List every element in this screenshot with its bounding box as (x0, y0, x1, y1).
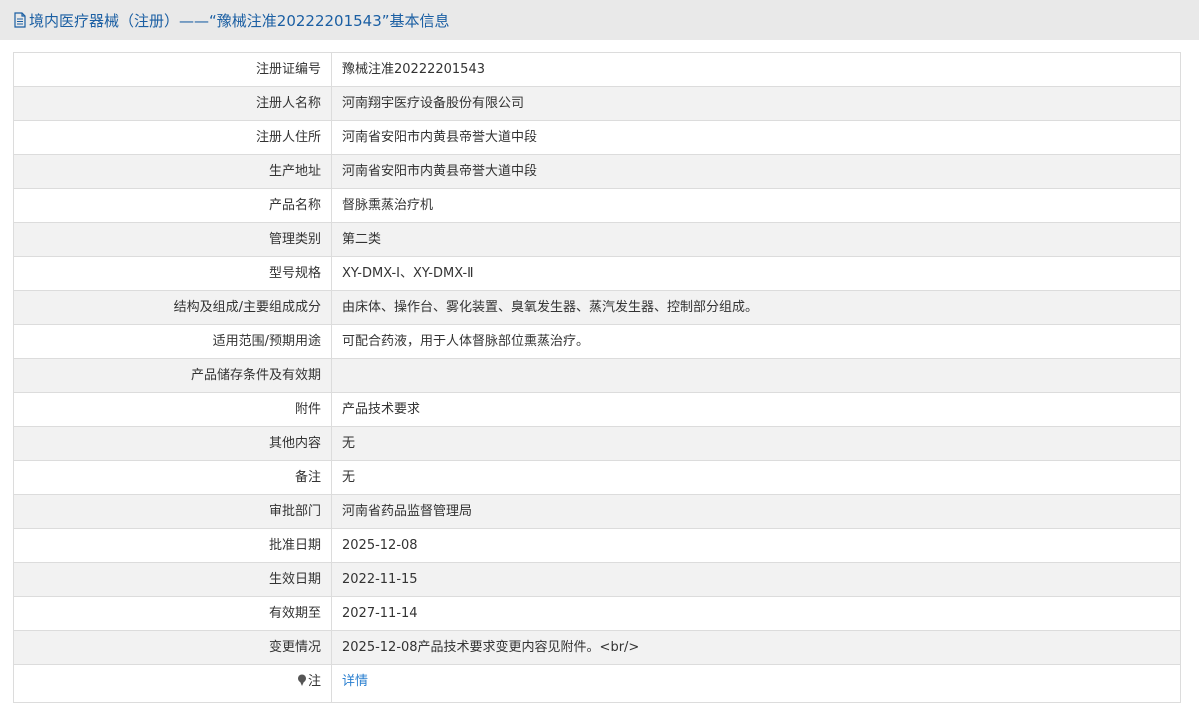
field-label: 备注 (14, 461, 332, 494)
table-row: 变更情况 2025-12-08产品技术要求变更内容见附件。<br/> (14, 631, 1180, 665)
field-value: 可配合药液，用于人体督脉部位熏蒸治疗。 (342, 334, 590, 349)
field-label: 适用范围/预期用途 (14, 325, 332, 358)
note-value: 详情 (332, 665, 1180, 702)
field-label: 审批部门 (14, 495, 332, 528)
info-table: 注册证编号 豫械注准20222201543 注册人名称 河南翔宇医疗设备股份有限公司注… (13, 52, 1181, 703)
note-text: 注 (307, 674, 321, 689)
field-value: 豫械注准20222201543 (342, 62, 485, 77)
field-label: 生效日期 (14, 563, 332, 596)
page-title: 境内医疗器械（注册）——“豫械注准20222201543”基本信息 (29, 11, 450, 30)
note-row: 注 详情 (14, 665, 1180, 702)
field-label: 管理类别 (14, 223, 332, 256)
field-value: 督脉熏蒸治疗机 (342, 198, 434, 213)
field-value: 2025-12-08产品技术要求变更内容见附件。<br/> (342, 640, 640, 655)
table-row: 其他内容无 (14, 427, 1180, 461)
field-label: 结构及组成/主要组成成分 (14, 291, 332, 324)
field-value (332, 359, 1180, 392)
table-row: 审批部门 河南省药品监督管理局 (14, 495, 1180, 529)
table-row: 批准日期 2025-12-08 (14, 529, 1180, 563)
field-label: 产品储存条件及有效期 (14, 359, 332, 392)
pin-icon (297, 666, 307, 686)
field-value: 河南省安阳市内黄县帝誉大道中段 (342, 164, 538, 179)
note-label: 注 (14, 665, 332, 702)
table-row: 结构及组成/主要组成成分 由床体、操作台、雾化装置、臭氧发生器、蒸汽发生器、控制部… (14, 291, 1180, 325)
table-row: 附件 产品技术要求 (14, 393, 1180, 427)
field-value: 第二类 (342, 232, 382, 247)
field-label: 其他内容 (14, 427, 332, 460)
table-row: 生效日期 2022-11-15 (14, 563, 1180, 597)
field-label: 附件 (14, 393, 332, 426)
table-row: 产品储存条件及有效期 (14, 359, 1180, 393)
field-value: 2025-12-08 (342, 538, 418, 553)
field-value: 2027-11-14 (342, 606, 418, 621)
document-icon (13, 12, 27, 28)
field-label: 型号规格 (14, 257, 332, 290)
table-row: 生产地址 河南省安阳市内黄县帝誉大道中段 (14, 155, 1180, 189)
table-row: 注册人名称 河南翔宇医疗设备股份有限公司 (14, 87, 1180, 121)
field-value: XY-DMX-Ⅰ、XY-DMX-Ⅱ (342, 266, 474, 281)
table-row: 适用范围/预期用途 可配合药液，用于人体督脉部位熏蒸治疗。 (14, 325, 1180, 359)
field-value: 河南省药品监督管理局 (342, 504, 473, 519)
field-label: 注册证编号 (14, 53, 332, 86)
field-value: 无 (342, 470, 356, 485)
table-row: 备注无 (14, 461, 1180, 495)
page-header: 境内医疗器械（注册）——“豫械注准20222201543”基本信息 (0, 0, 1199, 40)
field-label: 变更情况 (14, 631, 332, 664)
field-value: 由床体、操作台、雾化装置、臭氧发生器、蒸汽发生器、控制部分组成。 (342, 300, 759, 315)
field-value: 河南省安阳市内黄县帝誉大道中段 (342, 130, 538, 145)
field-value: 2022-11-15 (342, 572, 418, 587)
table-row: 注册证编号 豫械注准20222201543 (14, 53, 1180, 87)
field-label: 产品名称 (14, 189, 332, 222)
field-label: 批准日期 (14, 529, 332, 562)
table-row: 型号规格 XY-DMX-Ⅰ、XY-DMX-Ⅱ (14, 257, 1180, 291)
field-value: 产品技术要求 (342, 402, 421, 417)
field-value: 无 (342, 436, 356, 451)
field-label: 有效期至 (14, 597, 332, 630)
table-row: 管理类别 第二类 (14, 223, 1180, 257)
field-label: 注册人名称 (14, 87, 332, 120)
field-label: 生产地址 (14, 155, 332, 188)
field-value: 河南翔宇医疗设备股份有限公司 (342, 96, 525, 111)
details-link[interactable]: 详情 (342, 674, 368, 689)
table-row: 有效期至 2027-11-14 (14, 597, 1180, 631)
table-row: 注册人住所 河南省安阳市内黄县帝誉大道中段 (14, 121, 1180, 155)
field-label: 注册人住所 (14, 121, 332, 154)
table-row: 产品名称 督脉熏蒸治疗机 (14, 189, 1180, 223)
